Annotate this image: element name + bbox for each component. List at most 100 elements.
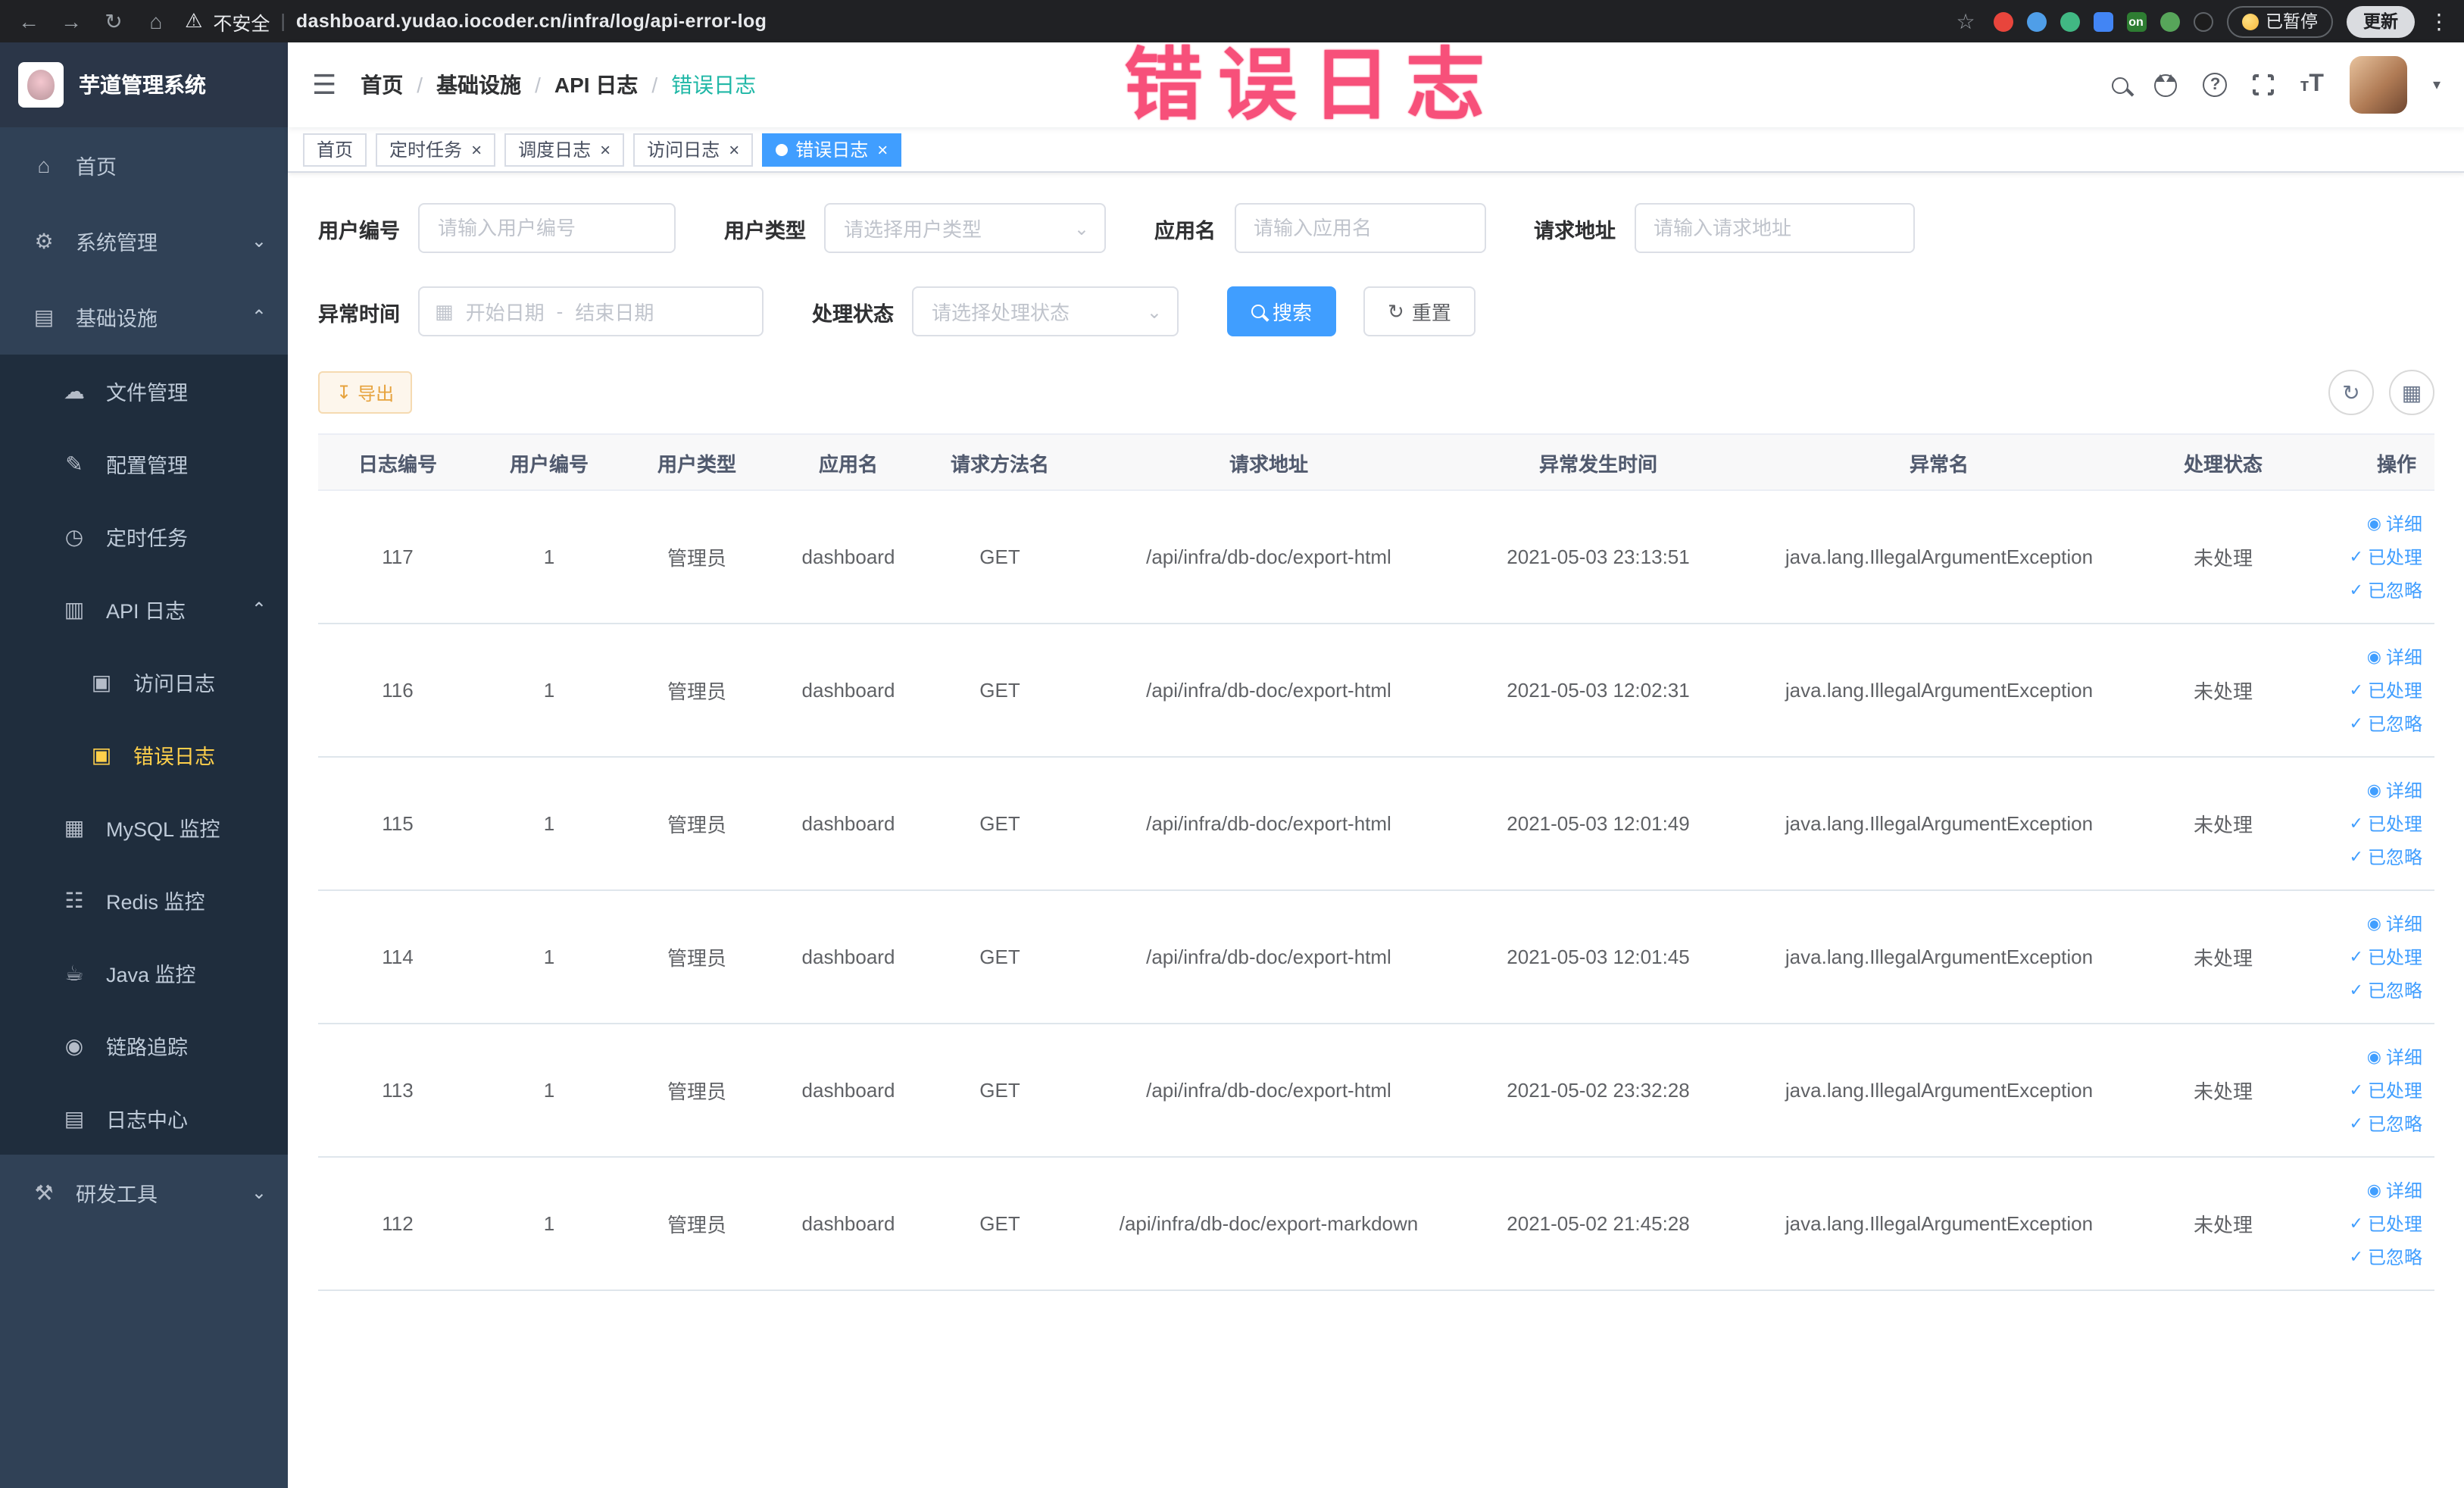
search-button[interactable]: 搜索 — [1227, 286, 1337, 336]
cell-actions: ◉ 详细 ✓ 已处理 ✓ 已忽略 — [2303, 511, 2434, 603]
sidebar-item-trace[interactable]: ◉ 链路追踪 — [0, 1009, 288, 1082]
column-settings-button[interactable]: ▦ — [2389, 370, 2434, 415]
tab-error-log[interactable]: 错误日志 × — [762, 133, 902, 166]
check-icon: ✓ — [2349, 815, 2363, 833]
browser-menu-icon[interactable]: ⋮ — [2428, 8, 2450, 34]
browser-home-icon[interactable]: ⌂ — [142, 9, 170, 33]
extension-icon[interactable] — [2093, 11, 2113, 31]
github-icon[interactable] — [2154, 73, 2178, 96]
url-text[interactable]: dashboard.yudao.iocoder.cn/infra/log/api… — [296, 11, 767, 32]
sidebar-item-api-log[interactable]: ▥ API 日志 ⌃ — [0, 573, 288, 646]
tab-access-log[interactable]: 访问日志 × — [633, 133, 754, 166]
select-placeholder: 请选择用户类型 — [844, 218, 982, 241]
mark-ignored-link[interactable]: ✓ 已忽略 — [2350, 1111, 2422, 1136]
sidebar-item-config-management[interactable]: ✎ 配置管理 — [0, 427, 288, 500]
cell-user-type: 管理员 — [667, 1214, 726, 1236]
breadcrumb-item[interactable]: 首页 — [361, 70, 403, 100]
mark-ignored-link[interactable]: ✓ 已忽略 — [2350, 844, 2422, 870]
tab-schedule-log[interactable]: 调度日志 × — [504, 133, 625, 166]
mark-processed-link[interactable]: ✓ 已处理 — [2350, 677, 2422, 703]
sidebar-item-error-log[interactable]: ▣ 错误日志 — [0, 718, 288, 791]
refresh-button[interactable]: ↻ — [2328, 370, 2374, 415]
tab-scheduled-jobs[interactable]: 定时任务 × — [376, 133, 496, 166]
breadcrumb-item[interactable]: API 日志 — [554, 70, 638, 100]
extension-icon[interactable] — [2160, 11, 2179, 31]
vue-devtools-icon[interactable] — [2060, 11, 2079, 31]
sidebar-item-system-management[interactable]: ⚙ 系统管理 ⌄ — [0, 203, 288, 279]
address-bar[interactable]: ⚠ 不安全 | dashboard.yudao.iocoder.cn/infra… — [185, 7, 767, 36]
extension-icon[interactable] — [1993, 11, 2013, 31]
forward-icon[interactable]: → — [58, 9, 85, 33]
paused-badge[interactable]: 已暂停 — [2226, 5, 2333, 37]
export-button[interactable]: ↧ 导出 — [318, 371, 413, 414]
sidebar-item-scheduled-jobs[interactable]: ◷ 定时任务 — [0, 500, 288, 573]
detail-link[interactable]: ◉ 详细 — [2367, 777, 2422, 803]
help-icon[interactable]: ? — [2203, 73, 2228, 97]
bookmark-star-icon[interactable]: ☆ — [1952, 8, 1979, 34]
cell-process-status: 未处理 — [2193, 1214, 2253, 1236]
mark-ignored-link[interactable]: ✓ 已忽略 — [2350, 977, 2422, 1003]
table-header: 日志编号 用户编号 用户类型 应用名 请求方法名 请求地址 异常发生时间 异常名… — [318, 433, 2434, 491]
mark-processed-link[interactable]: ✓ 已处理 — [2350, 1077, 2422, 1103]
close-icon[interactable]: × — [600, 140, 611, 158]
font-size-icon[interactable]: тT — [2300, 71, 2324, 98]
fullscreen-icon[interactable] — [2250, 71, 2278, 98]
cell-actions: ◉ 详细 ✓ 已处理 ✓ 已忽略 — [2303, 911, 2434, 1003]
close-icon[interactable]: × — [471, 140, 482, 158]
sidebar-item-mysql-monitor[interactable]: ▦ MySQL 监控 — [0, 791, 288, 864]
sidebar-item-label: 首页 — [76, 156, 117, 179]
user-id-input[interactable] — [418, 203, 676, 253]
detail-link[interactable]: ◉ 详细 — [2367, 911, 2422, 936]
mark-processed-link[interactable]: ✓ 已处理 — [2350, 544, 2422, 570]
filter-row-2: 异常时间 ▦ 开始日期 - 结束日期 处理状态 请选择处理状态 ⌄ 搜索 ↻ 重… — [318, 286, 2434, 336]
sidebar: 芋道管理系统 ⌂ 首页 ⚙ 系统管理 ⌄ ▤ 基础设施 ⌃ ☁ 文件管理 ✎ 配… — [0, 42, 288, 1488]
sidebar-item-file-management[interactable]: ☁ 文件管理 — [0, 355, 288, 427]
update-button[interactable]: 更新 — [2347, 5, 2415, 37]
sidebar-logo[interactable]: 芋道管理系统 — [0, 42, 288, 127]
user-type-select[interactable]: 请选择用户类型 ⌄ — [824, 203, 1106, 253]
close-icon[interactable]: × — [877, 140, 888, 158]
cell-user-type: 管理员 — [667, 547, 726, 570]
detail-link[interactable]: ◉ 详细 — [2367, 511, 2422, 536]
extension-icon[interactable] — [2193, 11, 2213, 31]
close-icon[interactable]: × — [729, 140, 739, 158]
on-badge-extension-icon[interactable]: on — [2126, 11, 2146, 31]
detail-link[interactable]: ◉ 详细 — [2367, 1177, 2422, 1203]
sidebar-item-redis-monitor[interactable]: ☷ Redis 监控 — [0, 864, 288, 936]
sidebar-item-dev-tools[interactable]: ⚒ 研发工具 ⌄ — [0, 1155, 288, 1230]
back-icon[interactable]: ← — [15, 9, 42, 33]
extension-icon[interactable] — [2026, 11, 2046, 31]
mark-processed-link[interactable]: ✓ 已处理 — [2350, 811, 2422, 836]
security-warning-icon: ⚠ — [185, 9, 203, 32]
caret-down-icon[interactable]: ▾ — [2433, 77, 2441, 93]
hamburger-icon[interactable]: ☰ — [312, 69, 336, 101]
mark-ignored-link[interactable]: ✓ 已忽略 — [2350, 577, 2422, 603]
request-url-input[interactable] — [1634, 203, 1914, 253]
mark-ignored-link[interactable]: ✓ 已忽略 — [2350, 711, 2422, 736]
cell-user-type: 管理员 — [667, 1080, 726, 1103]
sidebar-item-java-monitor[interactable]: ☕ Java 监控 — [0, 936, 288, 1009]
sidebar-item-access-log[interactable]: ▣ 访问日志 — [0, 646, 288, 718]
exception-time-range-picker[interactable]: ▦ 开始日期 - 结束日期 — [418, 286, 764, 336]
database-icon: ▦ — [64, 814, 85, 839]
detail-link[interactable]: ◉ 详细 — [2367, 1044, 2422, 1070]
process-status-select[interactable]: 请选择处理状态 ⌄ — [912, 286, 1179, 336]
reset-button[interactable]: ↻ 重置 — [1363, 286, 1476, 336]
mark-ignored-link[interactable]: ✓ 已忽略 — [2350, 1244, 2422, 1270]
chevron-down-icon: ⌄ — [1073, 217, 1089, 239]
cell-log-id: 112 — [382, 1212, 414, 1235]
sidebar-item-log-center[interactable]: ▤ 日志中心 — [0, 1082, 288, 1155]
detail-link[interactable]: ◉ 详细 — [2367, 644, 2422, 670]
tab-home[interactable]: 首页 — [303, 133, 367, 166]
table-row: 115 1 管理员 dashboard GET /api/infra/db-do… — [318, 758, 2434, 891]
sidebar-item-infrastructure[interactable]: ▤ 基础设施 ⌃ — [0, 279, 288, 355]
mark-processed-link[interactable]: ✓ 已处理 — [2350, 1211, 2422, 1236]
column-header: 应用名 — [818, 452, 878, 475]
app-name-input[interactable] — [1234, 203, 1485, 253]
search-icon[interactable] — [2112, 77, 2129, 93]
user-avatar[interactable] — [2349, 56, 2407, 114]
breadcrumb-item[interactable]: 基础设施 — [436, 70, 521, 100]
sidebar-item-home[interactable]: ⌂ 首页 — [0, 127, 288, 203]
mark-processed-link[interactable]: ✓ 已处理 — [2350, 944, 2422, 970]
reload-icon[interactable]: ↻ — [100, 8, 127, 34]
